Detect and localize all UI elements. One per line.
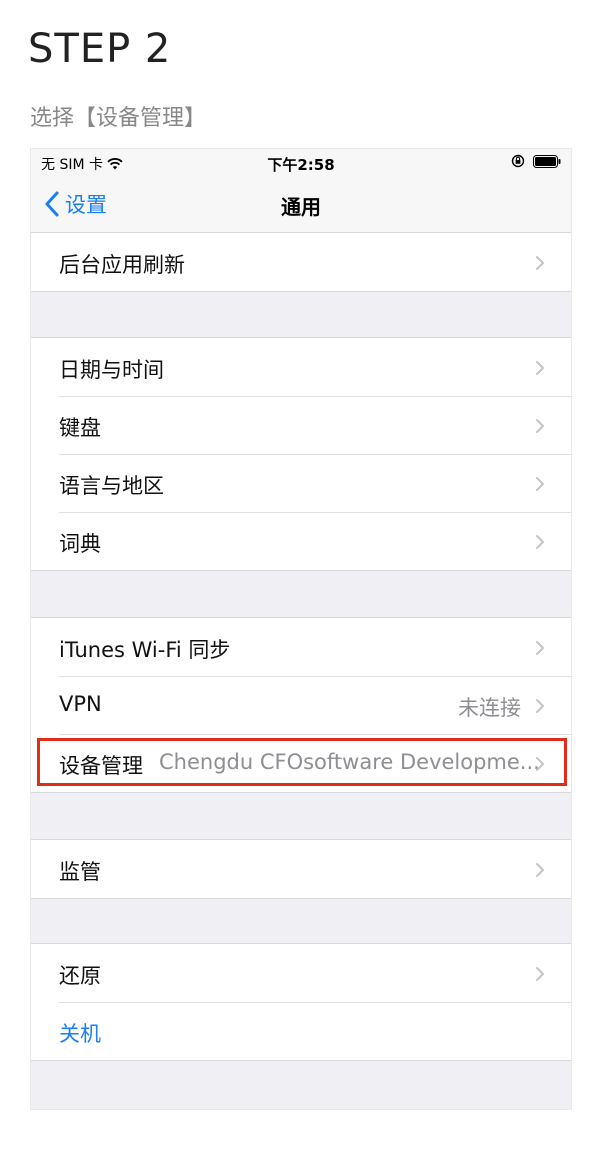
instruction-text: 选择【设备管理】 — [30, 106, 207, 131]
status-bar: 无 SIM 卡 下午2:58 — [31, 149, 571, 177]
page-title: 通用 — [281, 195, 321, 219]
vpn-status-value: 未连接 — [458, 696, 521, 720]
phone-screenshot: 无 SIM 卡 下午2:58 设置 通用 后台应用刷新 日期与时间 键盘 语言与… — [30, 148, 572, 1110]
row-label: 监管 — [59, 860, 101, 884]
settings-row-supervision[interactable]: 监管 — [31, 840, 571, 898]
settings-group: 日期与时间 键盘 语言与地区 词典 — [31, 337, 571, 571]
row-label: 键盘 — [59, 416, 101, 440]
row-label: 词典 — [59, 532, 101, 556]
chevron-right-icon — [536, 256, 544, 270]
chevron-right-icon — [536, 419, 544, 433]
row-label: 语言与地区 — [59, 474, 164, 498]
settings-row-language-region[interactable]: 语言与地区 — [31, 454, 571, 512]
settings-row-device-management[interactable]: 设备管理 Chengdu CFOsoftware Developme... — [31, 734, 571, 792]
chevron-right-icon — [536, 863, 544, 877]
settings-group: 后台应用刷新 — [31, 233, 571, 292]
settings-row-itunes-wifi-sync[interactable]: iTunes Wi-Fi 同步 — [31, 618, 571, 676]
chevron-right-icon — [536, 477, 544, 491]
chevron-right-icon — [536, 699, 544, 713]
chevron-right-icon — [536, 967, 544, 981]
settings-row-reset[interactable]: 还原 — [31, 944, 571, 1002]
chevron-right-icon — [536, 641, 544, 655]
status-time: 下午2:58 — [267, 156, 335, 174]
chevron-right-icon — [536, 757, 544, 771]
settings-row-vpn[interactable]: VPN 未连接 — [31, 676, 571, 734]
settings-group: 监管 — [31, 839, 571, 899]
step-title: STEP 2 — [28, 26, 172, 72]
row-label: VPN — [59, 692, 102, 716]
settings-row-background-refresh[interactable]: 后台应用刷新 — [31, 233, 571, 291]
row-label: 还原 — [59, 964, 101, 988]
settings-group: 还原 关机 — [31, 943, 571, 1061]
chevron-right-icon — [536, 535, 544, 549]
row-label: 日期与时间 — [59, 358, 164, 382]
settings-row-dictionary[interactable]: 词典 — [31, 512, 571, 570]
row-label: iTunes Wi-Fi 同步 — [59, 638, 231, 662]
settings-group: iTunes Wi-Fi 同步 VPN 未连接 设备管理 Chengdu CFO… — [31, 617, 571, 793]
orientation-lock-icon — [511, 154, 525, 168]
settings-row-keyboard[interactable]: 键盘 — [31, 396, 571, 454]
settings-row-date-time[interactable]: 日期与时间 — [31, 338, 571, 396]
row-label: 关机 — [59, 1022, 101, 1046]
row-label: 设备管理 — [59, 754, 143, 778]
chevron-right-icon — [536, 361, 544, 375]
settings-row-shutdown[interactable]: 关机 — [31, 1002, 571, 1060]
battery-icon — [533, 154, 561, 168]
device-management-profile: Chengdu CFOsoftware Developme... — [159, 750, 540, 774]
row-label: 后台应用刷新 — [59, 253, 185, 277]
navigation-bar: 设置 通用 — [31, 177, 571, 233]
